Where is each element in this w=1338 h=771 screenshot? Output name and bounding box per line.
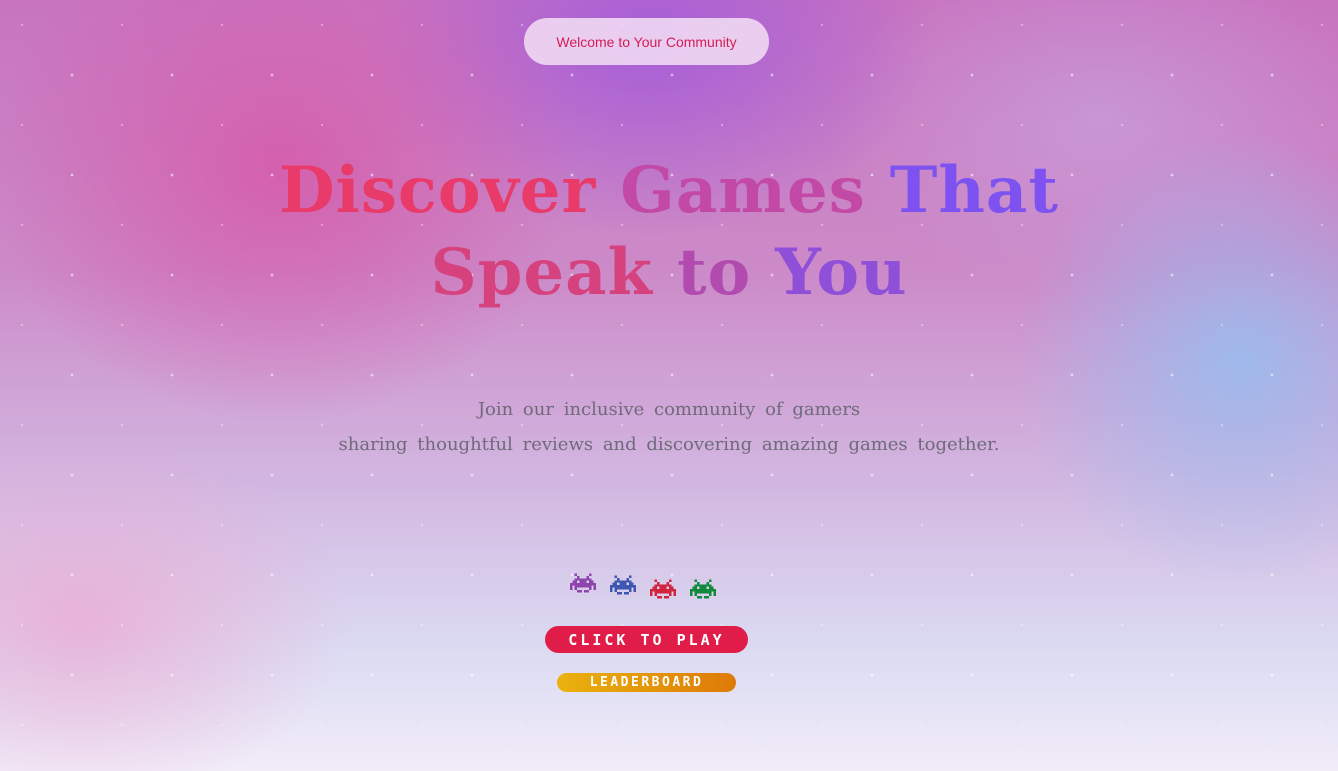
invader-row bbox=[570, 570, 730, 602]
welcome-badge: Welcome to Your Community bbox=[524, 18, 769, 65]
headline-word: to bbox=[676, 235, 752, 310]
headline-word: Discover bbox=[279, 153, 597, 228]
hero-subtitle: Join our inclusive community of gamers s… bbox=[200, 392, 1138, 462]
play-button[interactable]: CLICK TO PLAY bbox=[545, 626, 748, 653]
hero-headline-line-2: Speak to You bbox=[200, 232, 1138, 314]
headline-word: You bbox=[775, 235, 908, 310]
hero-subtitle-line-1: Join our inclusive community of gamers bbox=[477, 399, 861, 420]
hero-headline-line-1: Discover Games That bbox=[200, 150, 1138, 232]
hero-headline: Discover Games That Speak to You bbox=[200, 150, 1138, 314]
leaderboard-button-label: LEADERBOARD bbox=[589, 675, 704, 690]
space-invader-icon bbox=[690, 579, 716, 599]
leaderboard-button[interactable]: LEADERBOARD bbox=[557, 673, 736, 692]
headline-word: Games bbox=[620, 153, 866, 228]
background-dot-pattern-secondary bbox=[0, 0, 1338, 771]
hero-subtitle-line-2: sharing thoughtful reviews and discoveri… bbox=[338, 434, 1000, 455]
background-dot-pattern bbox=[0, 0, 1338, 771]
play-button-label: CLICK TO PLAY bbox=[568, 630, 725, 649]
space-invader-icon bbox=[650, 579, 676, 599]
headline-word: That bbox=[889, 153, 1059, 228]
space-invader-icon bbox=[570, 573, 596, 593]
welcome-badge-label: Welcome to Your Community bbox=[556, 33, 737, 50]
space-invader-icon bbox=[610, 575, 636, 595]
headline-word: Speak bbox=[430, 235, 653, 310]
